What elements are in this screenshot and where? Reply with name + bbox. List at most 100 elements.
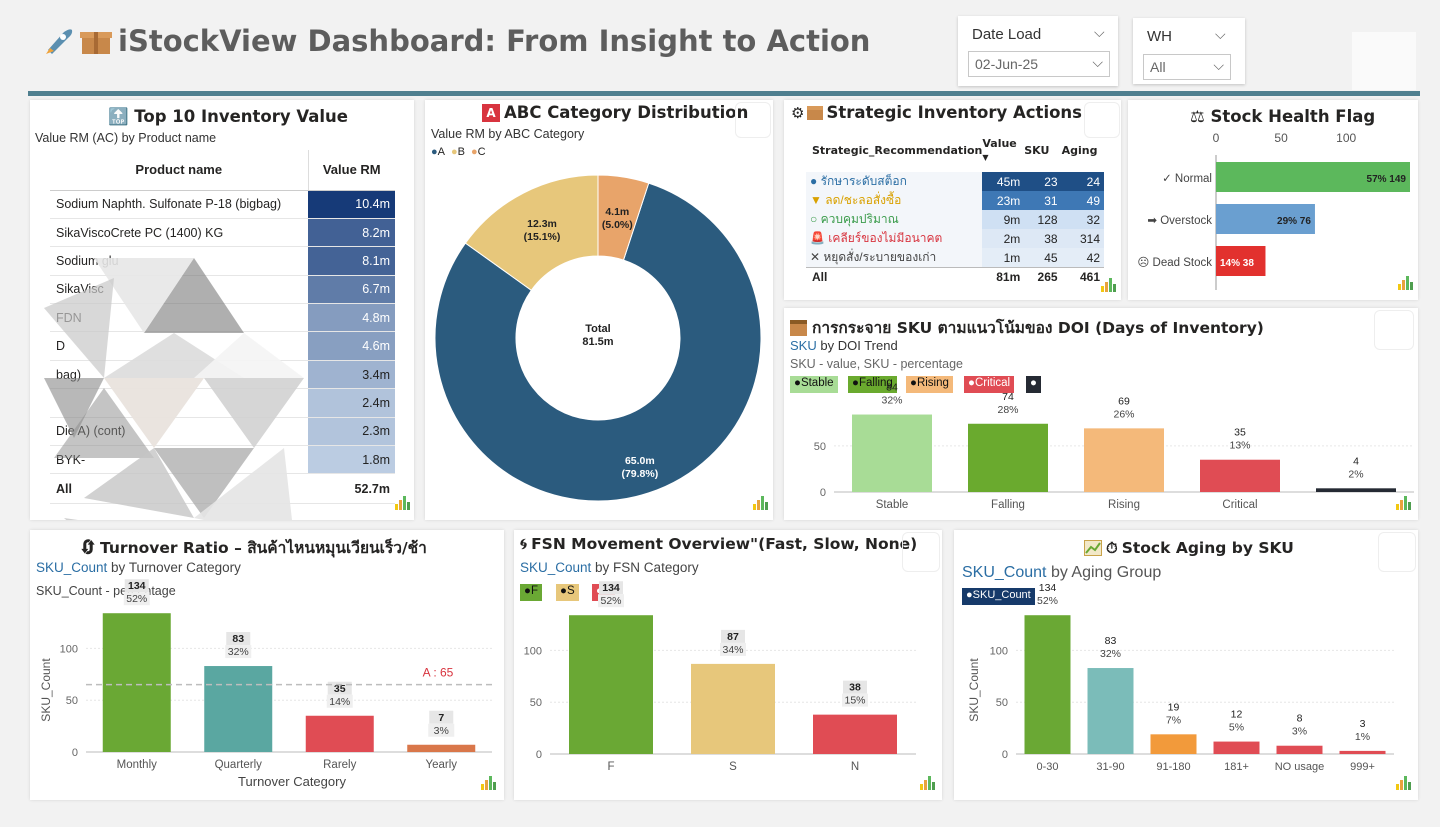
data-label: 83 xyxy=(1105,635,1117,647)
category-label: Monthly xyxy=(117,759,158,771)
data-label: 3% xyxy=(434,725,449,737)
bar-2 xyxy=(305,715,374,752)
bar-1 xyxy=(968,423,1048,492)
donut-center-label: Total xyxy=(585,323,610,335)
table-row[interactable]: ▼ ลด/ชะลอสั่งซื้อ 23m 31 49 xyxy=(806,191,1104,210)
strategic-card: ⚙ Strategic Inventory Actions Strategic_… xyxy=(784,100,1121,300)
axis-tick-label: 50 xyxy=(996,697,1008,709)
data-label: 1% xyxy=(1355,731,1370,743)
category-label: 31-90 xyxy=(1096,761,1124,773)
sku-cell: 38 xyxy=(1024,229,1062,248)
category-label: 999+ xyxy=(1350,761,1375,773)
date-load-value: 02-Jun-25 xyxy=(975,56,1039,72)
data-label: 8 xyxy=(1297,713,1303,725)
sku-cell: 31 xyxy=(1024,191,1062,210)
bar-0 xyxy=(852,414,932,492)
category-label: Stable xyxy=(876,499,909,511)
data-label: 7% xyxy=(1166,714,1181,726)
health-card: ⚖ Stock Health Flag 0 50 100 ✓ Normal 57% 14… xyxy=(1128,100,1418,300)
blank-button-panel[interactable] xyxy=(1352,32,1416,90)
data-label: 3% xyxy=(1292,726,1307,738)
category-label: 181+ xyxy=(1224,761,1249,773)
page-title: iStockView Dashboard: From Insight to Ac… xyxy=(42,24,870,58)
column-header[interactable]: Strategic_Recommendation xyxy=(806,128,982,172)
visual-icon xyxy=(1396,496,1412,510)
value-cell: 23m xyxy=(982,191,1025,210)
wh-slicer[interactable]: WH ⌵ All ⌵ xyxy=(1133,18,1245,84)
column-header[interactable]: SKU xyxy=(1024,128,1061,172)
gift-box-icon xyxy=(80,26,112,56)
wh-dropdown[interactable]: All ⌵ xyxy=(1143,54,1231,80)
category-label: F xyxy=(607,761,614,773)
total-sku: 265 xyxy=(1024,267,1062,286)
column-header[interactable]: Aging xyxy=(1062,128,1104,172)
chevron-down-icon[interactable]: ⌵ xyxy=(1215,26,1226,43)
visual-icon xyxy=(1398,276,1414,290)
axis-tick-label: 0 xyxy=(1002,749,1008,761)
table-row[interactable]: Sodium Naphth. Sulfonate P-18 (bigbag) 10… xyxy=(50,190,395,219)
wh-value: All xyxy=(1150,59,1166,75)
value-cell: 9m xyxy=(982,210,1025,229)
aging-cell: 49 xyxy=(1061,191,1104,210)
data-label: 7 xyxy=(438,712,444,724)
data-label: (15.1%) xyxy=(524,231,561,243)
gift-box-icon xyxy=(807,105,824,120)
data-label: 28% xyxy=(997,404,1018,416)
data-label: 87 xyxy=(727,631,739,643)
axis-tick-label: 100 xyxy=(990,645,1008,657)
aging-cell: 24 xyxy=(1061,172,1104,191)
data-label: 4 xyxy=(1353,455,1359,467)
chevron-down-icon[interactable]: ⌵ xyxy=(1094,24,1105,41)
visual-icon xyxy=(395,496,411,510)
x-axis-title: Turnover Category xyxy=(238,774,346,789)
data-label: (79.8%) xyxy=(621,468,658,480)
category-label: ☹ Dead Stock xyxy=(1137,256,1212,269)
aging-card: ⏱ Stock Aging by SKU SKU_Count by Aging … xyxy=(954,530,1418,800)
data-label: 52% xyxy=(600,595,621,607)
chevron-down-icon: ⌵ xyxy=(1213,57,1224,73)
date-load-slicer[interactable]: Date Load ⌵ 02-Jun-25 ⌵ xyxy=(958,16,1118,86)
bar-3 xyxy=(1200,459,1280,492)
fsn-card: 🌀︎ FSN Movement Overview"(Fast, Slow, No… xyxy=(514,530,942,800)
table-row[interactable]: ✕ หยุดสั่ง/ระบายของเก่า 1m 45 42 xyxy=(806,248,1104,268)
axis-tick-label: 50 xyxy=(66,695,78,707)
bar-4 xyxy=(1316,488,1396,492)
bar-5 xyxy=(1339,750,1386,754)
table-row[interactable]: ○ ควบคุมปริมาณ 9m 128 32 xyxy=(806,210,1104,229)
column-header[interactable]: Value RM xyxy=(307,150,395,191)
aging-cell: 42 xyxy=(1061,248,1104,268)
category-label: Yearly xyxy=(425,759,457,771)
wh-label: WH xyxy=(1147,28,1172,45)
category-label: 0-30 xyxy=(1036,761,1058,773)
bar-3 xyxy=(1213,741,1260,754)
donut-center-value: 81.5m xyxy=(582,336,613,348)
total-aging: 461 xyxy=(1061,267,1104,286)
strategic-table: Strategic_Recommendation Value ▼ SKU Agin… xyxy=(806,128,1104,286)
bar-1 xyxy=(1087,668,1134,754)
recommendation-cell: 🚨 เคลียร์ของไม่มีอนาคต xyxy=(806,229,983,248)
table-row[interactable]: 🚨 เคลียร์ของไม่มีอนาคต 2m 38 314 xyxy=(806,229,1104,248)
date-load-dropdown[interactable]: 02-Jun-25 ⌵ xyxy=(968,51,1110,77)
value-cell: 1m xyxy=(982,248,1025,268)
data-label: 84 xyxy=(886,382,898,394)
fsn-bar-chart: 0 50 100 13452% F 8734% S 3815% N xyxy=(524,581,916,773)
category-label: Rarely xyxy=(323,759,356,771)
data-label: 83 xyxy=(232,633,244,645)
category-label: S xyxy=(729,761,737,773)
bar-4 xyxy=(1276,745,1323,754)
data-label: 14% 38 xyxy=(1220,258,1254,269)
visual-icon xyxy=(920,776,936,790)
redaction-overlay xyxy=(44,258,304,520)
health-bar-chart: 0 50 100 ✓ Normal 57% 149 ➡ Overstock 29% 76 ☹ … xyxy=(1137,131,1410,290)
table-row[interactable]: ● รักษาระดับสต็อก 45m 23 24 xyxy=(806,172,1104,191)
date-load-label: Date Load xyxy=(972,26,1042,43)
data-label: 52% xyxy=(1037,595,1058,607)
bar-0 xyxy=(569,615,653,754)
page-title-text: iStockView Dashboard: From Insight to Ac… xyxy=(118,24,871,58)
axis-tick-label: 100 xyxy=(60,643,78,655)
axis-tick-label: 50 xyxy=(1274,131,1288,145)
sort-desc-icon: ▼ xyxy=(982,153,989,162)
axis-tick-label: 50 xyxy=(530,697,542,709)
column-header[interactable]: Value ▼ xyxy=(982,128,1024,172)
column-header[interactable]: Product name xyxy=(50,150,308,191)
